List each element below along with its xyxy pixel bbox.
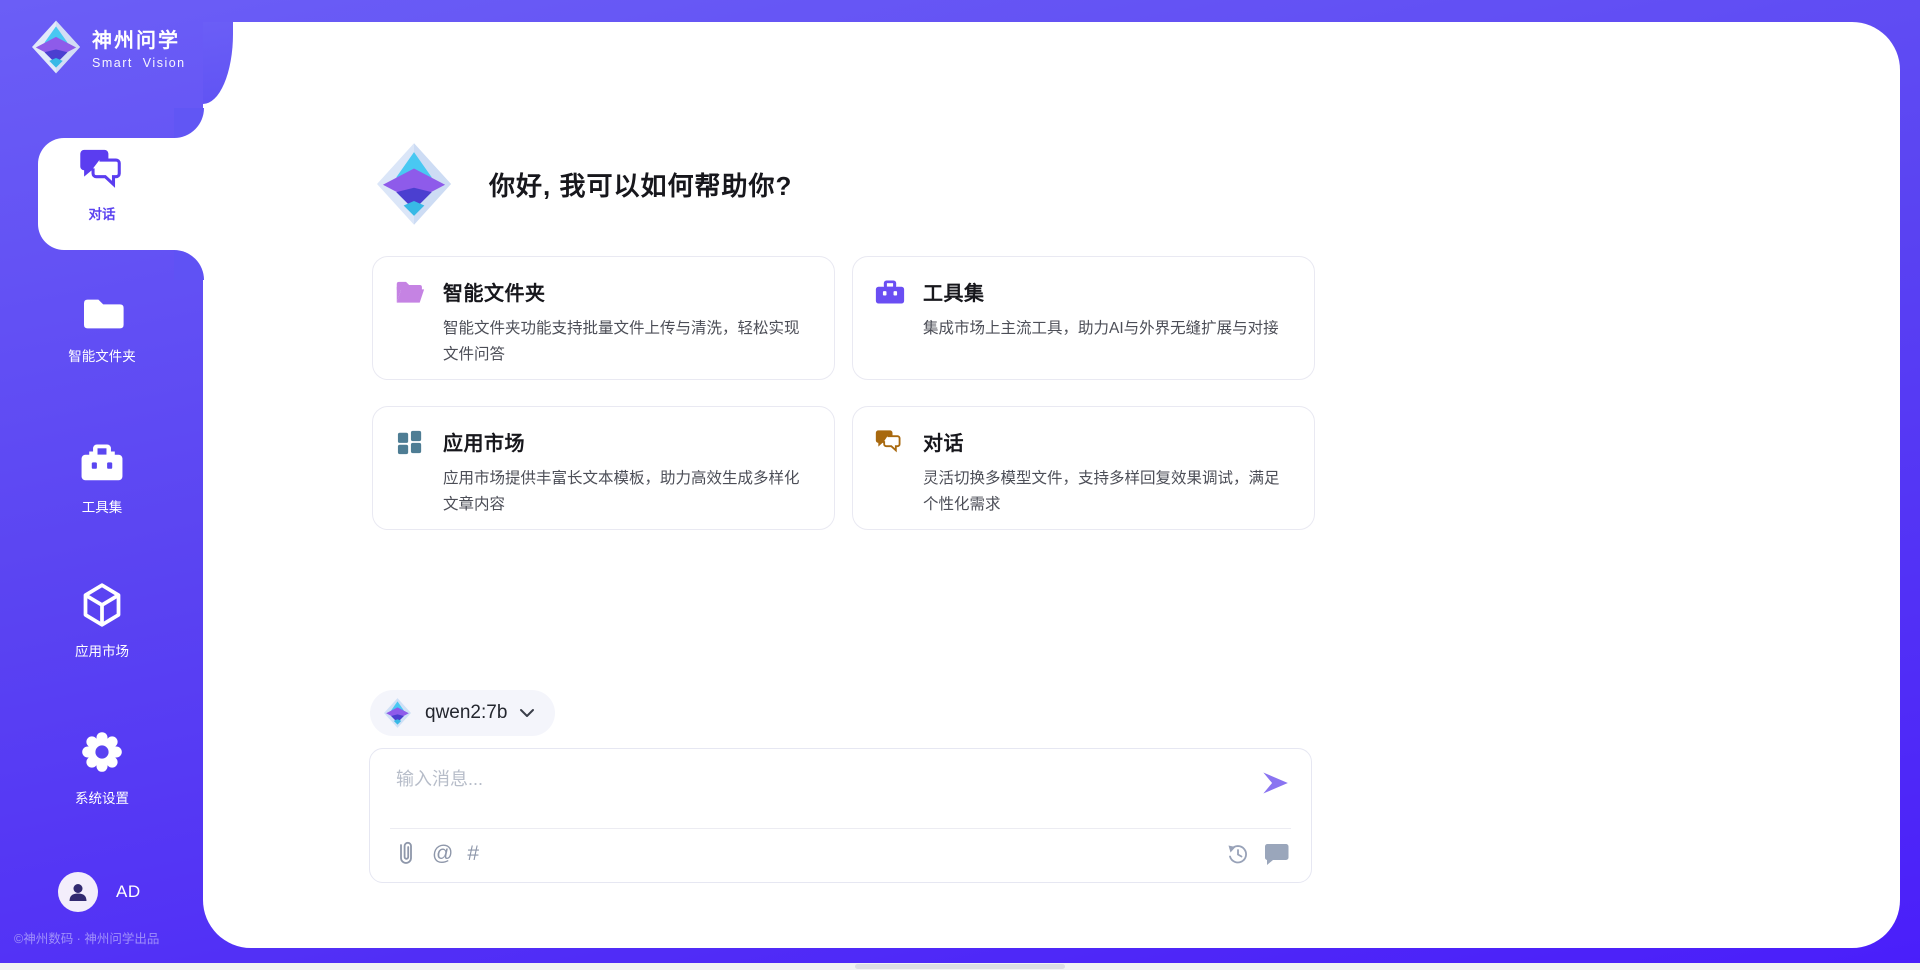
sidebar-item-chat[interactable]: 对话: [0, 148, 204, 223]
avatar: [58, 872, 98, 912]
app-title: 神州问学: [92, 24, 186, 53]
chat-icon: [79, 148, 125, 190]
chevron-down-icon: [519, 708, 535, 718]
folder-icon: [395, 279, 425, 305]
user-name: AD: [116, 882, 141, 902]
card-description: 灵活切换多模型文件，支持多样回复效果调试，满足个性化需求: [923, 466, 1292, 518]
feature-card-app-market[interactable]: 应用市场 应用市场提供丰富长文本模板，助力高效生成多样化文章内容: [372, 406, 835, 530]
feature-card-chat[interactable]: 对话 灵活切换多模型文件，支持多样回复效果调试，满足个性化需求: [852, 406, 1315, 530]
sidebar-item-toolset[interactable]: 工具集: [0, 443, 204, 516]
message-composer: @ #: [369, 748, 1312, 883]
card-description: 应用市场提供丰富长文本模板，助力高效生成多样化文章内容: [443, 466, 812, 518]
attachment-icon[interactable]: [394, 841, 418, 867]
brand-gem-icon: [384, 698, 411, 728]
sidebar-item-label: 系统设置: [0, 787, 204, 807]
sidebar-item-label: 应用市场: [0, 640, 204, 660]
grid-cube-icon: [395, 429, 425, 455]
card-title: 工具集: [923, 277, 985, 306]
chat-icon: [875, 429, 905, 455]
copyright-text: ©神州数码 · 神州问学出品: [14, 928, 159, 947]
sidebar-item-settings[interactable]: 系统设置: [0, 730, 204, 807]
feedback-bubble-icon[interactable]: [1265, 843, 1289, 865]
greeting-block: 你好, 我可以如何帮助你?: [377, 141, 792, 227]
brand-gem-icon: [32, 20, 80, 74]
brand-gem-icon: [377, 141, 451, 227]
app-subtitle: Smart Vision: [92, 56, 186, 70]
composer-divider: [390, 828, 1291, 829]
card-description: 集成市场上主流工具，助力AI与外界无缝扩展与对接: [923, 316, 1292, 342]
model-name: qwen2:7b: [425, 702, 507, 724]
greeting-title: 你好, 我可以如何帮助你?: [489, 166, 792, 203]
cube-icon: [80, 583, 124, 627]
sidebar-logo: 神州问学 Smart Vision: [32, 20, 186, 74]
send-icon[interactable]: [1261, 769, 1289, 797]
history-icon[interactable]: [1227, 843, 1249, 865]
scrollbar-thumb[interactable]: [855, 964, 1065, 969]
feature-card-smart-folder[interactable]: 智能文件夹 智能文件夹功能支持批量文件上传与清洗，轻松实现文件问答: [372, 256, 835, 380]
toolbox-icon: [79, 443, 125, 483]
message-input[interactable]: [396, 765, 1236, 820]
sidebar-item-smart-folder[interactable]: 智能文件夹: [0, 296, 204, 365]
card-title: 应用市场: [443, 427, 525, 456]
user-profile[interactable]: AD: [58, 872, 141, 912]
card-title: 智能文件夹: [443, 277, 546, 306]
mention-icon[interactable]: @: [432, 841, 453, 867]
sidebar-item-label: 工具集: [0, 496, 204, 516]
sidebar-item-label: 对话: [0, 203, 204, 223]
model-selector[interactable]: qwen2:7b: [370, 690, 555, 736]
folder-icon: [80, 296, 124, 332]
card-description: 智能文件夹功能支持批量文件上传与清洗，轻松实现文件问答: [443, 316, 812, 368]
toolbox-icon: [875, 279, 905, 305]
topic-hash-icon[interactable]: #: [467, 841, 479, 867]
sidebar-item-app-market[interactable]: 应用市场: [0, 583, 204, 660]
feature-card-toolset[interactable]: 工具集 集成市场上主流工具，助力AI与外界无缝扩展与对接: [852, 256, 1315, 380]
person-icon: [66, 880, 90, 904]
horizontal-scrollbar[interactable]: [0, 963, 1920, 970]
card-title: 对话: [923, 427, 964, 456]
sidebar-item-label: 智能文件夹: [0, 345, 204, 365]
gear-icon: [80, 730, 124, 774]
